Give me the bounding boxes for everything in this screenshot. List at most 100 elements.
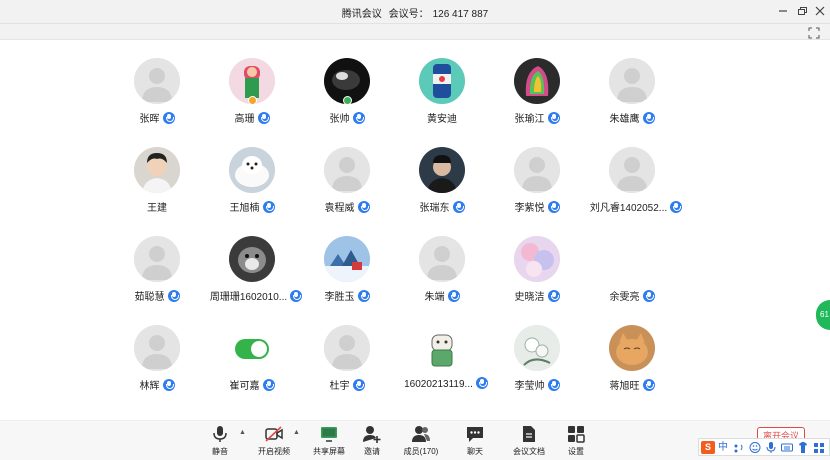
participant-avatar xyxy=(514,58,560,104)
ime-mode-toggle[interactable]: 中 xyxy=(717,441,729,454)
mic-icon xyxy=(642,290,655,302)
participant-name: 余雯亮 xyxy=(577,288,687,303)
mic-icon xyxy=(547,201,560,213)
mic-icon xyxy=(642,112,655,124)
app-name: 腾讯会议 xyxy=(341,9,382,20)
participant-tile[interactable]: 张帅 xyxy=(292,58,402,138)
mic-icon xyxy=(352,379,365,391)
start-video-button[interactable]: 开启视频 xyxy=(250,424,298,458)
minimize-icon[interactable] xyxy=(776,4,790,18)
participant-tile[interactable]: 朱雄鹰 xyxy=(577,58,687,138)
participant-tile[interactable]: 余雯亮 xyxy=(577,236,687,316)
participant-tile[interactable]: 李莹帅 xyxy=(482,325,592,405)
keyboard-icon[interactable] xyxy=(781,441,793,454)
mic-icon xyxy=(167,290,180,302)
chat-button[interactable]: 聊天 xyxy=(451,424,499,458)
participant-tile[interactable]: 袁程威 xyxy=(292,147,402,227)
participant-name: 黄安迪 xyxy=(427,114,457,125)
participant-avatar xyxy=(419,147,465,193)
participant-tile[interactable]: 刘凡睿1402052... xyxy=(577,147,687,227)
participant-tile[interactable]: 李紫悦 xyxy=(482,147,592,227)
default-avatar-icon xyxy=(134,325,180,371)
video-off-icon xyxy=(265,426,283,442)
sogou-logo-icon[interactable]: S xyxy=(701,441,715,454)
mute-button[interactable]: 静音 xyxy=(196,424,244,458)
toggle-switch-icon xyxy=(235,339,269,359)
share-screen-button[interactable]: 共享屏幕 xyxy=(305,424,353,458)
participant-avatar xyxy=(324,236,370,282)
mic-icon xyxy=(162,379,175,391)
default-avatar-icon xyxy=(134,236,180,282)
participant-tile[interactable]: 张瑞东 xyxy=(387,147,497,227)
video-options-caret-icon[interactable]: ▲ xyxy=(293,429,301,437)
participant-name: 袁程威 xyxy=(292,199,402,214)
participant-avatar xyxy=(514,236,560,282)
participant-tile[interactable]: 张晖 xyxy=(102,58,212,138)
voice-input-icon[interactable] xyxy=(765,441,777,454)
participant-name: 李胜玉 xyxy=(292,288,402,303)
participant-name: 朱端 xyxy=(387,288,497,303)
participant-tile[interactable]: 高珊 xyxy=(197,58,307,138)
participant-tile[interactable]: 林辉 xyxy=(102,325,212,405)
host-badge-icon xyxy=(248,96,257,105)
microphone-icon xyxy=(213,426,227,442)
participant-name: 张瑞东 xyxy=(387,199,497,214)
participant-tile[interactable]: 崔可嘉 xyxy=(197,325,307,405)
participant-name: 李莹帅 xyxy=(482,377,592,392)
participant-tile[interactable]: 蒋旭旺 xyxy=(577,325,687,405)
participant-name: 崔可嘉 xyxy=(197,377,307,392)
fullscreen-icon[interactable] xyxy=(808,26,820,39)
participant-name: 张瑜江 xyxy=(482,110,592,125)
default-avatar-icon xyxy=(324,147,370,193)
view-bar xyxy=(0,24,830,40)
participant-tile[interactable]: 杜宇 xyxy=(292,325,402,405)
meeting-docs-button[interactable]: 会议文档 xyxy=(505,424,553,458)
participant-name: 张晖 xyxy=(102,110,212,125)
mic-icon xyxy=(642,379,655,391)
punctuation-icon[interactable] xyxy=(733,441,745,454)
participant-avatar xyxy=(514,325,560,371)
participant-name: 史晓洁 xyxy=(482,288,592,303)
participant-tile[interactable]: 史晓洁 xyxy=(482,236,592,316)
document-icon xyxy=(523,426,535,442)
members-button[interactable]: 成员(170) xyxy=(397,424,445,458)
settings-button[interactable]: 设置 xyxy=(552,424,600,458)
close-icon[interactable] xyxy=(813,4,827,18)
skin-icon[interactable] xyxy=(797,441,809,454)
participant-name: 高珊 xyxy=(197,110,307,125)
participant-avatar xyxy=(134,147,180,193)
settings-grid-icon xyxy=(568,426,585,443)
participant-avatar xyxy=(419,58,465,104)
participant-tile[interactable]: 黄安迪 xyxy=(387,58,497,138)
default-avatar-icon xyxy=(134,58,180,104)
participant-tile[interactable]: 王旭楠 xyxy=(197,147,307,227)
participant-tile[interactable]: 16020213119... xyxy=(387,325,497,405)
participant-avatar xyxy=(229,236,275,282)
participant-avatar xyxy=(609,325,655,371)
participant-tile[interactable]: 张瑜江 xyxy=(482,58,592,138)
restore-icon[interactable] xyxy=(795,4,809,18)
default-avatar-icon xyxy=(324,325,370,371)
participant-tile[interactable]: 朱端 xyxy=(387,236,497,316)
title-bar: 腾讯会议 会议号： 126 417 887 xyxy=(0,0,830,24)
participant-name: 刘凡睿1402052... xyxy=(571,199,701,214)
participant-name: 王建 xyxy=(147,203,167,214)
default-avatar-icon xyxy=(609,147,655,193)
mute-options-caret-icon[interactable]: ▲ xyxy=(239,429,247,437)
emoji-icon[interactable] xyxy=(749,441,761,454)
participant-tile[interactable]: 周珊珊1602010... xyxy=(197,236,307,316)
participant-name: 朱雄鹰 xyxy=(577,110,687,125)
mic-icon xyxy=(352,112,365,124)
mic-icon xyxy=(262,201,275,213)
participant-tile[interactable]: 王建 xyxy=(102,147,212,227)
ime-toolbar: S 中 xyxy=(698,438,830,456)
add-user-icon xyxy=(363,426,381,443)
mic-icon xyxy=(670,201,683,213)
participant-name: 王旭楠 xyxy=(197,199,307,214)
mic-icon xyxy=(357,290,370,302)
invite-button[interactable]: 邀请 xyxy=(348,424,396,458)
toolbox-icon[interactable] xyxy=(813,441,825,454)
participant-tile[interactable]: 茹聪慧 xyxy=(102,236,212,316)
participant-tile[interactable]: 李胜玉 xyxy=(292,236,402,316)
mic-icon xyxy=(257,112,270,124)
